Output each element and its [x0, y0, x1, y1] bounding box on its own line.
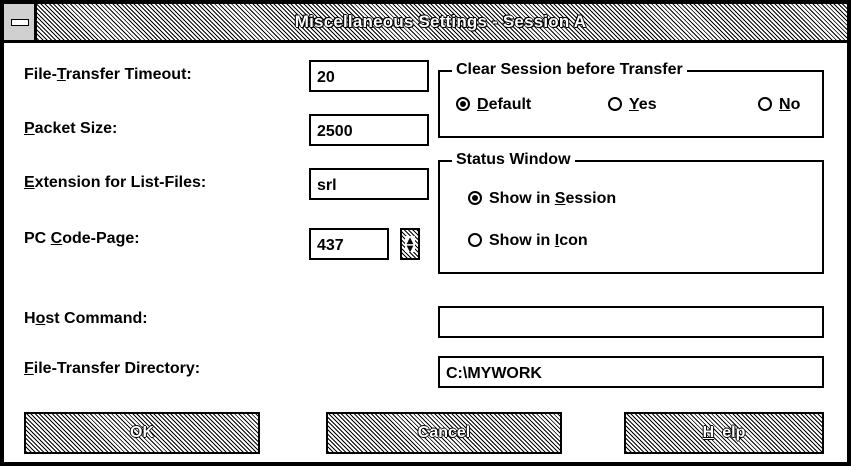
- dialog-window: Miscellaneous Settings - Session A File-…: [0, 0, 851, 466]
- host-command-label: Host Command:: [24, 310, 148, 327]
- clear-session-groupbox: Clear Session before Transfer Default Ye…: [438, 61, 824, 138]
- dropdown-arrow-icon: ▴ ▾: [405, 233, 415, 255]
- ok-button-label: OK: [130, 424, 154, 441]
- clear-session-group-title: Clear Session before Transfer: [452, 61, 687, 79]
- radio-selected-icon: [456, 97, 470, 111]
- file-transfer-timeout-label: File-Transfer Timeout:: [24, 66, 192, 83]
- radio-show-in-session[interactable]: Show in Session: [468, 190, 616, 208]
- file-transfer-timeout-input[interactable]: 20: [309, 60, 429, 92]
- radio-yes[interactable]: Yes: [608, 96, 657, 114]
- pc-code-page-label: PC Code-Page:: [24, 230, 140, 247]
- system-menu-icon: [11, 19, 29, 26]
- packet-size-label: Packet Size:: [24, 120, 118, 137]
- radio-unselected-icon: [608, 97, 622, 111]
- cancel-button-label: Cancel: [417, 424, 471, 441]
- extension-list-files-input[interactable]: srl: [309, 168, 429, 200]
- title-bar: Miscellaneous Settings - Session A: [4, 4, 847, 43]
- radio-no[interactable]: No: [758, 96, 800, 114]
- ok-button[interactable]: OK: [24, 412, 260, 454]
- radio-unselected-icon: [758, 97, 772, 111]
- help-button[interactable]: Help: [624, 412, 824, 454]
- pc-code-page-combobox[interactable]: 437: [309, 228, 389, 260]
- status-window-groupbox: Status Window Show in Session Show in Ic…: [438, 151, 824, 274]
- radio-selected-icon: [468, 191, 482, 205]
- file-transfer-directory-input[interactable]: C:\MYWORK: [438, 356, 824, 388]
- window-title: Miscellaneous Settings - Session A: [294, 12, 587, 31]
- cancel-button[interactable]: Cancel: [326, 412, 562, 454]
- code-page-dropdown-button[interactable]: ▴ ▾: [400, 228, 420, 260]
- radio-default[interactable]: Default: [456, 96, 531, 114]
- system-menu-button[interactable]: [4, 4, 37, 40]
- host-command-input[interactable]: [438, 306, 824, 338]
- file-transfer-directory-label: File-Transfer Directory:: [24, 360, 201, 377]
- extension-list-files-label: Extension for List-Files:: [24, 174, 207, 191]
- radio-show-in-icon[interactable]: Show in Icon: [468, 232, 588, 250]
- packet-size-input[interactable]: 2500: [309, 114, 429, 146]
- radio-unselected-icon: [468, 233, 482, 247]
- help-button-label: Help: [702, 424, 746, 441]
- status-window-group-title: Status Window: [452, 151, 575, 169]
